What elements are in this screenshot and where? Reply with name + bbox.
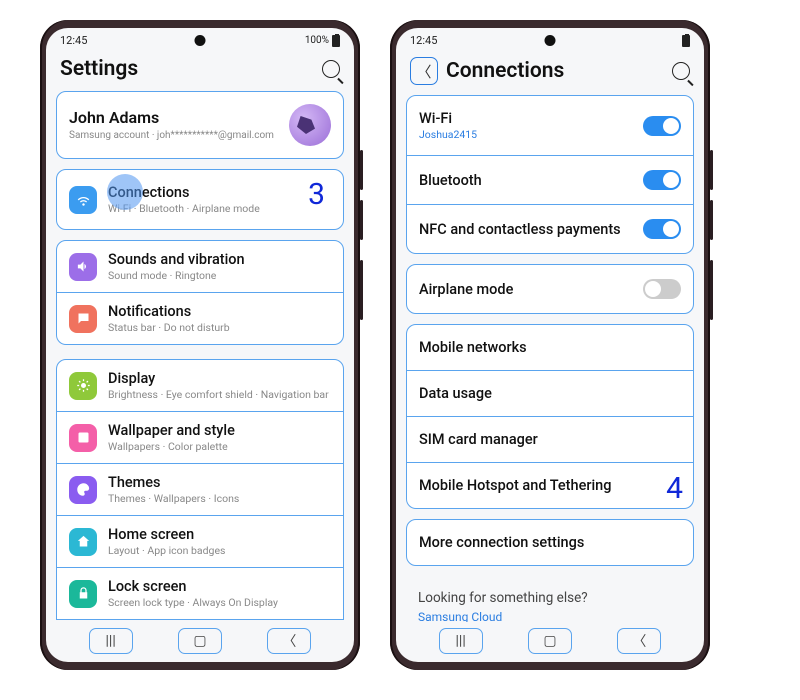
nav-recents[interactable]: ||| [439, 628, 483, 654]
connections-header: 〈 Connections [396, 49, 704, 95]
nfc-toggle[interactable] [643, 219, 681, 239]
row-title: Home screen [108, 526, 331, 543]
nav-home[interactable]: ▢ [178, 628, 222, 654]
row-title: Sounds and vibration [108, 251, 331, 268]
page-title: Connections [446, 59, 664, 83]
row-title: Lock screen [108, 578, 331, 595]
settings-item-themes[interactable]: Themes Themes · Wallpapers · Icons [56, 464, 344, 516]
row-sub: Wallpapers · Color palette [108, 440, 331, 453]
row-title: NFC and contactless payments [419, 221, 621, 238]
status-battery-pct: 100% [305, 35, 329, 46]
connections-list: Wi-Fi Joshua2415 Bluetooth NFC and conta… [396, 95, 704, 622]
row-title: Airplane mode [419, 281, 513, 298]
wifi-icon [69, 186, 97, 214]
wifi-toggle[interactable] [643, 116, 681, 136]
nav-home[interactable]: ▢ [528, 628, 572, 654]
settings-item-sounds[interactable]: Sounds and vibration Sound mode · Ringto… [56, 240, 344, 293]
conn-nfc[interactable]: NFC and contactless payments [406, 205, 694, 254]
volume-down-button[interactable] [710, 200, 713, 240]
account-name: John Adams [69, 108, 278, 127]
nav-bar: ||| ▢ 〈 [396, 622, 704, 662]
settings-item-notifications[interactable]: Notifications Status bar · Do not distur… [56, 293, 344, 345]
power-button[interactable] [710, 260, 713, 320]
footer-hint: Looking for something else? [406, 576, 694, 610]
search-icon[interactable] [672, 62, 690, 80]
row-sub: Screen lock type · Always On Display [108, 596, 331, 609]
conn-airplane[interactable]: Airplane mode [406, 264, 694, 314]
touch-indicator [107, 174, 143, 210]
settings-item-display[interactable]: Display Brightness · Eye comfort shield … [56, 359, 344, 412]
back-button[interactable]: 〈 [410, 57, 438, 85]
conn-data-usage[interactable]: Data usage [406, 371, 694, 417]
battery-icon [682, 35, 690, 47]
row-title: Notifications [108, 303, 331, 320]
step-number: 3 [308, 177, 325, 212]
row-title: Data usage [419, 385, 492, 402]
battery-icon [332, 35, 340, 47]
nav-recents[interactable]: ||| [89, 628, 133, 654]
notification-icon [69, 305, 97, 333]
phone-left: 12:45 100% Settings John Adams Samsung a… [40, 20, 360, 670]
conn-hotspot[interactable]: 4 Mobile Hotspot and Tethering [406, 463, 694, 509]
themes-icon [69, 476, 97, 504]
settings-item-connections[interactable]: 3 Connections Wi-Fi · Bluetooth · Airpla… [56, 169, 344, 230]
conn-more-settings[interactable]: More connection settings [406, 519, 694, 566]
search-icon[interactable] [322, 60, 340, 78]
row-title: Wallpaper and style [108, 422, 331, 439]
footer-link-samsung-cloud[interactable]: Samsung Cloud [406, 610, 694, 622]
conn-mobile-networks[interactable]: Mobile networks [406, 324, 694, 371]
row-sub: Brightness · Eye comfort shield · Naviga… [108, 388, 331, 401]
row-title: More connection settings [419, 534, 584, 551]
chevron-left-icon: 〈 [416, 61, 431, 82]
avatar [289, 104, 331, 146]
row-sub: Layout · App icon badges [108, 544, 331, 557]
nav-back[interactable]: 〈 [267, 628, 311, 654]
row-sub: Themes · Wallpapers · Icons [108, 492, 331, 505]
bluetooth-toggle[interactable] [643, 170, 681, 190]
row-title: Themes [108, 474, 331, 491]
volume-up-button[interactable] [360, 150, 363, 190]
nav-bar: ||| ▢ 〈 [46, 622, 354, 662]
display-icon [69, 372, 97, 400]
settings-list: John Adams Samsung account · joh********… [46, 91, 354, 622]
settings-item-wallpaper[interactable]: Wallpaper and style Wallpapers · Color p… [56, 412, 344, 464]
row-title: Bluetooth [419, 172, 482, 189]
status-time: 12:45 [410, 34, 437, 47]
settings-item-lockscreen[interactable]: Lock screen Screen lock type · Always On… [56, 568, 344, 620]
nav-back[interactable]: 〈 [617, 628, 661, 654]
wallpaper-icon [69, 424, 97, 452]
row-title: Display [108, 370, 331, 387]
airplane-toggle[interactable] [643, 279, 681, 299]
home-icon [69, 528, 97, 556]
account-card[interactable]: John Adams Samsung account · joh********… [56, 91, 344, 159]
lock-icon [69, 580, 97, 608]
conn-wifi[interactable]: Wi-Fi Joshua2415 [406, 95, 694, 156]
page-title: Settings [60, 57, 314, 81]
volume-down-button[interactable] [360, 200, 363, 240]
volume-up-button[interactable] [710, 150, 713, 190]
settings-item-homescreen[interactable]: Home screen Layout · App icon badges [56, 516, 344, 568]
front-camera [545, 35, 556, 46]
settings-header: Settings [46, 49, 354, 91]
status-time: 12:45 [60, 34, 87, 47]
row-sub: Wi-Fi · Bluetooth · Airplane mode [108, 202, 331, 215]
phone-right: 12:45 〈 Connections Wi-Fi Joshua2415 [390, 20, 710, 670]
step-number: 4 [666, 471, 683, 506]
account-sub: Samsung account · joh***********@gmail.c… [69, 129, 278, 142]
power-button[interactable] [360, 260, 363, 320]
row-sub: Sound mode · Ringtone [108, 269, 331, 282]
row-title: Wi-Fi [419, 110, 643, 127]
row-title: Mobile networks [419, 339, 527, 356]
conn-bluetooth[interactable]: Bluetooth [406, 156, 694, 205]
wifi-network: Joshua2415 [419, 128, 643, 141]
sound-icon [69, 253, 97, 281]
row-title: Mobile Hotspot and Tethering [419, 477, 611, 494]
front-camera [195, 35, 206, 46]
row-title: SIM card manager [419, 431, 538, 448]
conn-sim-manager[interactable]: SIM card manager [406, 417, 694, 463]
row-sub: Status bar · Do not disturb [108, 321, 331, 334]
